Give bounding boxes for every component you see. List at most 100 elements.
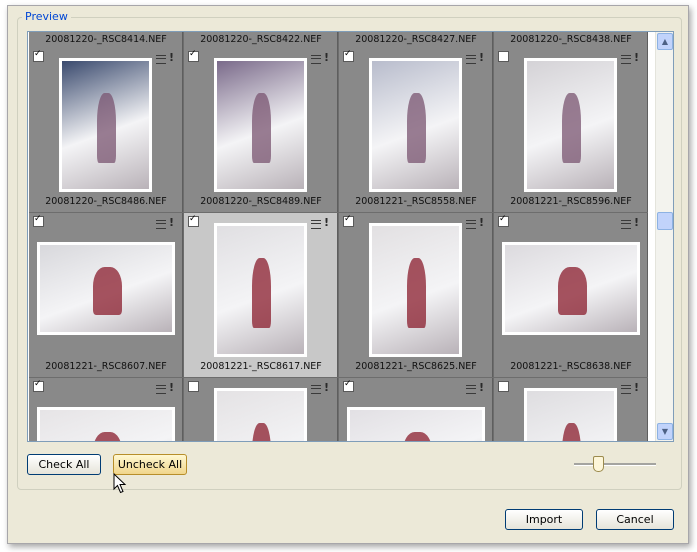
thumbnail-tools: !	[466, 216, 486, 229]
thumbnail-tools: !	[156, 51, 176, 64]
thumbnail-cell[interactable]: ! 20081220-_RSC8489.NEF	[184, 48, 338, 212]
thumbnail-cell[interactable]: ! 20081221-_RSC8625.NEF	[339, 213, 493, 377]
thumbnail-cell[interactable]: !	[184, 378, 338, 441]
thumbnail-cell-partial[interactable]: 20081220-_RSC8427.NEF	[339, 32, 493, 48]
exclamation-icon: !	[634, 216, 640, 229]
uncheck-all-button[interactable]: Uncheck All	[113, 454, 187, 475]
lines-icon[interactable]	[156, 220, 166, 229]
thumbnail-cell[interactable]: !	[494, 378, 648, 441]
thumbnail-checkbox[interactable]	[498, 214, 509, 227]
thumbnail-photo[interactable]	[524, 388, 617, 441]
thumbnail-cell-partial[interactable]: 20081220-_RSC8438.NEF	[494, 32, 648, 48]
thumbnail-tools: !	[311, 51, 331, 64]
thumbnail-cell-partial[interactable]: 20081220-_RSC8414.NEF	[29, 32, 183, 48]
thumbnail-photo[interactable]	[214, 223, 307, 357]
skater-figure	[251, 423, 271, 441]
preview-group-title: Preview	[22, 11, 71, 23]
thumbnail-tools: !	[156, 381, 176, 394]
skater-figure	[96, 93, 116, 164]
thumbnail-filename: 20081221-_RSC8625.NEF	[355, 361, 477, 372]
thumbnail-cell[interactable]: !	[339, 378, 493, 441]
import-button[interactable]: Import	[505, 509, 583, 530]
skater-figure	[402, 431, 432, 441]
skater-figure	[557, 266, 587, 315]
thumbnail-tools: !	[156, 216, 176, 229]
thumbnail-cell[interactable]: ! 20081220-_RSC8486.NEF	[29, 48, 183, 212]
cancel-button[interactable]: Cancel	[596, 509, 674, 530]
thumbnail-photo[interactable]	[59, 58, 152, 192]
zoom-slider-thumb[interactable]	[593, 456, 604, 472]
scroll-up-button[interactable]: ▲	[657, 33, 673, 50]
thumbnail-cell[interactable]: ! 20081221-_RSC8596.NEF	[494, 48, 648, 212]
thumbnail-cell[interactable]: ! 20081221-_RSC8558.NEF	[339, 48, 493, 212]
lines-icon[interactable]	[311, 55, 321, 64]
scroll-down-button[interactable]: ▼	[657, 423, 673, 440]
exclamation-icon: !	[169, 381, 175, 394]
thumbnail-photo[interactable]	[502, 242, 640, 335]
zoom-slider-track[interactable]	[574, 463, 656, 466]
skater-figure	[92, 431, 122, 441]
thumbnail-photo[interactable]	[347, 407, 485, 441]
thumbnail-checkbox[interactable]	[343, 214, 354, 227]
thumbnail-checkbox[interactable]	[33, 214, 44, 227]
exclamation-icon: !	[324, 381, 330, 394]
check-all-button[interactable]: Check All	[27, 454, 101, 475]
thumbnail-cell[interactable]: !	[29, 378, 183, 441]
lines-icon[interactable]	[621, 220, 631, 229]
thumbnail-checkbox[interactable]	[343, 379, 354, 392]
lines-icon[interactable]	[311, 220, 321, 229]
lines-icon[interactable]	[156, 55, 166, 64]
thumbnail-filename: 20081221-_RSC8617.NEF	[200, 361, 322, 372]
thumbnail-cell[interactable]: ! 20081221-_RSC8638.NEF	[494, 213, 648, 377]
exclamation-icon: !	[634, 381, 640, 394]
thumbnail-checkbox[interactable]	[33, 49, 44, 62]
exclamation-icon: !	[479, 51, 485, 64]
thumbnail-checkbox[interactable]	[498, 381, 509, 392]
lines-icon[interactable]	[621, 385, 631, 394]
exclamation-icon: !	[324, 51, 330, 64]
thumbnail-photo[interactable]	[524, 58, 617, 192]
lines-icon[interactable]	[156, 385, 166, 394]
thumbnail-checkbox[interactable]	[188, 214, 199, 227]
exclamation-icon: !	[169, 51, 175, 64]
thumbnail-photo[interactable]	[214, 388, 307, 441]
thumbnail-photo[interactable]	[214, 58, 307, 192]
thumbnail-tools: !	[621, 51, 641, 64]
lines-icon[interactable]	[466, 385, 476, 394]
thumbnail-photo[interactable]	[37, 407, 175, 441]
thumbnail-cell-partial[interactable]: 20081220-_RSC8422.NEF	[184, 32, 338, 48]
lines-icon[interactable]	[311, 385, 321, 394]
skater-figure	[561, 93, 581, 164]
exclamation-icon: !	[324, 216, 330, 229]
thumbnail-filename: 20081221-_RSC8558.NEF	[355, 196, 477, 207]
thumbnail-photo[interactable]	[369, 223, 462, 357]
thumbnail-cell[interactable]: ! 20081221-_RSC8607.NEF	[29, 213, 183, 377]
thumbnail-tools: !	[311, 381, 331, 394]
thumbnail-checkbox[interactable]	[188, 381, 199, 392]
vertical-scrollbar[interactable]: ▲ ▼	[655, 32, 673, 441]
thumbnail-checkbox[interactable]	[33, 379, 44, 392]
lines-icon[interactable]	[466, 55, 476, 64]
thumbnail-viewport[interactable]: 20081220-_RSC8414.NEF 20081220-_RSC8422.N…	[27, 31, 674, 442]
thumbnail-tools: !	[466, 381, 486, 394]
arrow-cursor-icon	[113, 473, 127, 494]
thumbnail-checkbox[interactable]	[343, 49, 354, 62]
thumbnail-filename: 20081220-_RSC8414.NEF	[45, 34, 167, 45]
thumbnail-photo[interactable]	[369, 58, 462, 192]
thumbnail-filename: 20081221-_RSC8596.NEF	[510, 196, 632, 207]
skater-figure	[251, 258, 271, 329]
skater-figure	[92, 266, 122, 315]
skater-figure	[561, 423, 581, 441]
lines-icon[interactable]	[621, 55, 631, 64]
scroll-thumb[interactable]	[657, 212, 673, 230]
thumbnail-filename: 20081221-_RSC8638.NEF	[510, 361, 632, 372]
thumbnail-photo[interactable]	[37, 242, 175, 335]
thumbnail-checkbox[interactable]	[498, 51, 509, 62]
thumbnail-tools: !	[311, 216, 331, 229]
thumbnail-cell[interactable]: ! 20081221-_RSC8617.NEF	[184, 213, 338, 377]
thumbnail-filename: 20081220-_RSC8489.NEF	[200, 196, 322, 207]
lines-icon[interactable]	[466, 220, 476, 229]
thumbnail-checkbox[interactable]	[188, 49, 199, 62]
thumbnail-filename: 20081220-_RSC8438.NEF	[510, 34, 632, 45]
skater-figure	[251, 93, 271, 164]
